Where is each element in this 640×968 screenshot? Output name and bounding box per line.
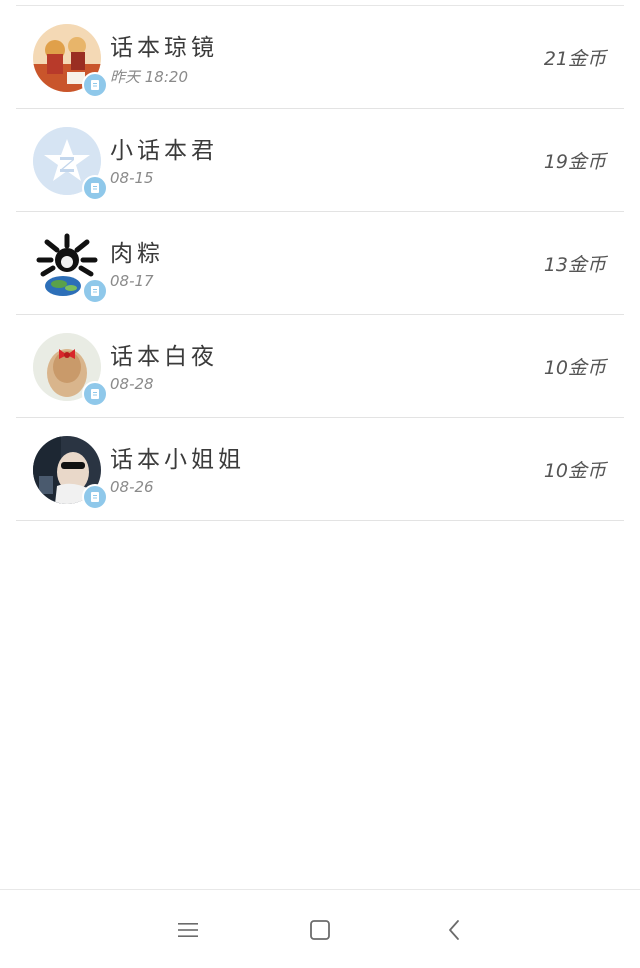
menu-icon — [178, 923, 198, 937]
user-name: 话本琼镜 — [110, 35, 218, 61]
coin-amount: 10金币 — [543, 460, 606, 482]
home-square-icon — [310, 920, 330, 940]
document-badge-icon — [82, 278, 108, 304]
record-date: 08-28 — [110, 375, 154, 393]
system-navigation-bar — [0, 889, 640, 968]
user-name: 肉粽 — [110, 241, 164, 267]
back-button[interactable] — [436, 912, 472, 948]
document-badge-icon — [82, 72, 108, 98]
list-item[interactable]: 肉粽 08-17 13金币 — [16, 212, 624, 315]
list-item[interactable]: 话本小姐姐 08-26 10金币 — [16, 418, 624, 521]
record-date: 昨天 18:20 — [110, 68, 188, 86]
record-date: 08-17 — [110, 272, 154, 290]
record-date: 08-15 — [110, 169, 154, 187]
user-name: 话本小姐姐 — [110, 447, 245, 473]
coin-amount: 10金币 — [543, 357, 606, 379]
coin-record-list: 话本琼镜 昨天 18:20 21金币 小话本君 08-15 19金币 肉粽 08… — [16, 6, 624, 521]
document-badge-icon — [82, 484, 108, 510]
coin-amount: 19金币 — [543, 151, 606, 173]
menu-button[interactable] — [170, 912, 206, 948]
user-name: 话本白夜 — [110, 344, 218, 370]
document-badge-icon — [82, 175, 108, 201]
coin-amount: 21金币 — [543, 48, 606, 70]
list-item[interactable]: 小话本君 08-15 19金币 — [16, 109, 624, 212]
back-chevron-icon — [449, 920, 459, 940]
user-name: 小话本君 — [110, 138, 218, 164]
document-badge-icon — [82, 381, 108, 407]
record-date: 08-26 — [110, 478, 154, 496]
list-item[interactable]: 话本琼镜 昨天 18:20 21金币 — [16, 6, 624, 109]
home-button[interactable] — [302, 912, 338, 948]
coin-amount: 13金币 — [543, 254, 606, 276]
list-item[interactable]: 话本白夜 08-28 10金币 — [16, 315, 624, 418]
